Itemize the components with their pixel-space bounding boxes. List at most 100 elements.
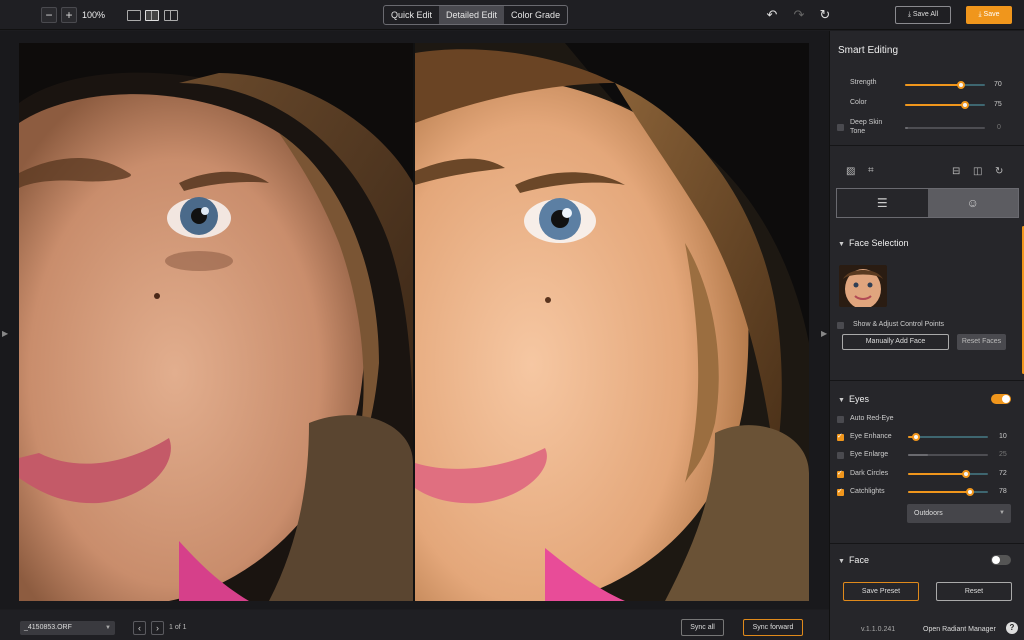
dark-circles-knob[interactable] xyxy=(961,470,970,478)
strength-knob[interactable] xyxy=(957,81,965,89)
after-image xyxy=(415,43,809,601)
deep-skin-checkbox[interactable] xyxy=(837,124,844,131)
catchlights-value: 78 xyxy=(999,488,1007,495)
eye-enlarge-fill xyxy=(908,454,928,456)
save-button[interactable]: ⤓ Save xyxy=(966,6,1012,24)
prev-image-button[interactable]: ‹ xyxy=(133,621,146,635)
sliders-icon: ☰ xyxy=(876,196,888,210)
catchlights-label: Catchlights xyxy=(850,488,885,495)
divider xyxy=(830,145,1024,146)
single-view-icon[interactable] xyxy=(127,10,141,21)
catchlight-preset-select[interactable]: Outdoors ▼ xyxy=(907,504,1011,523)
chevron-down-icon: ▼ xyxy=(999,510,1005,516)
color-value: 75 xyxy=(994,101,1002,108)
deep-skin-label-line1: Deep Skin xyxy=(850,119,883,126)
strength-label: Strength xyxy=(850,79,877,86)
auto-red-eye-checkbox[interactable] xyxy=(837,416,844,423)
eye-enlarge-value: 25 xyxy=(999,451,1007,458)
divider xyxy=(830,380,1024,381)
right-panel-arrow-icon[interactable]: ▶ xyxy=(821,329,827,338)
dark-circles-checkbox[interactable] xyxy=(837,469,844,478)
reset-button[interactable]: Reset xyxy=(936,582,1012,601)
eye-enlarge-checkbox[interactable] xyxy=(837,452,844,459)
sync-forward-button[interactable]: Sync forward xyxy=(743,619,803,636)
eye-enhance-label: Eye Enhance xyxy=(850,433,892,440)
left-panel-arrow-icon[interactable]: ▶ xyxy=(2,329,8,338)
face-header[interactable]: ▼ Face xyxy=(838,555,869,565)
dark-circles-slider[interactable] xyxy=(908,470,988,478)
collapse-triangle-icon: ▼ xyxy=(838,241,845,248)
deep-skin-value: 0 xyxy=(997,124,1001,131)
compare-icon[interactable]: ⊟ xyxy=(952,166,960,177)
eye-enhance-value: 10 xyxy=(999,433,1007,440)
mirror-icon[interactable]: ◫ xyxy=(973,166,982,177)
adjustments-tab[interactable]: ☰ xyxy=(837,189,928,217)
color-slider[interactable] xyxy=(905,101,985,109)
download-icon: ⤓ xyxy=(978,11,982,18)
chevron-down-icon: ▼ xyxy=(105,625,111,631)
eye-enhance-slider[interactable] xyxy=(908,433,988,441)
undo-icon[interactable]: ↶ xyxy=(765,8,779,22)
panel-title: Smart Editing xyxy=(838,45,899,56)
eyes-header[interactable]: ▼ Eyes xyxy=(838,394,869,404)
compare-view-icon[interactable] xyxy=(164,10,178,21)
color-label: Color xyxy=(850,99,867,106)
dark-circles-fill xyxy=(908,473,966,475)
crop-icon[interactable]: ⌗ xyxy=(868,165,874,176)
save-all-label: Save All xyxy=(912,11,939,18)
face-selection-header[interactable]: ▼ Face Selection xyxy=(838,238,908,248)
open-radiant-manager-link[interactable]: Open Radiant Manager xyxy=(923,626,996,633)
strength-slider[interactable] xyxy=(905,81,985,89)
tab-quick-edit[interactable]: Quick Edit xyxy=(384,6,439,24)
show-control-points-checkbox[interactable] xyxy=(837,322,844,329)
page-count: 1 of 1 xyxy=(169,624,187,631)
reset-icon[interactable]: ↻ xyxy=(818,8,832,22)
save-label: Save xyxy=(983,11,1000,18)
tab-color-grade[interactable]: Color Grade xyxy=(504,6,567,24)
color-knob[interactable] xyxy=(961,101,969,109)
right-panel: Smart Editing Strength 70 Color 75 Deep … xyxy=(829,31,1024,640)
split-view-icon[interactable] xyxy=(145,10,159,21)
download-icon: ⤓ xyxy=(907,11,911,18)
face-toggle[interactable] xyxy=(991,555,1011,565)
show-control-points-label: Show & Adjust Control Points xyxy=(853,321,945,328)
catchlights-knob[interactable] xyxy=(966,488,975,496)
dark-circles-label: Dark Circles xyxy=(850,470,889,477)
redo-icon[interactable]: ↷ xyxy=(792,8,806,22)
divider xyxy=(830,543,1024,544)
deep-skin-label-line2: Tone xyxy=(850,128,866,135)
eye-enhance-knob[interactable] xyxy=(912,433,920,441)
deep-skin-slider[interactable] xyxy=(905,127,985,129)
eyes-toggle[interactable] xyxy=(991,394,1011,404)
zoom-in-button[interactable]: + xyxy=(61,7,77,23)
face-tab[interactable]: ☺ xyxy=(927,189,1018,217)
strength-value: 70 xyxy=(994,81,1002,88)
color-fill xyxy=(905,104,965,106)
image-canvas: ▶ ▶ ▲ xyxy=(0,31,829,618)
help-icon[interactable]: ? xyxy=(1006,622,1018,634)
rotate-icon[interactable]: ↻ xyxy=(995,166,1003,177)
catchlights-fill xyxy=(908,491,971,493)
strength-fill xyxy=(905,84,961,86)
top-toolbar: − + 100% Quick Edit Detailed Edit Color … xyxy=(0,0,1024,30)
reset-faces-button[interactable]: Reset Faces xyxy=(957,334,1006,350)
save-preset-button[interactable]: Save Preset xyxy=(843,582,919,601)
next-image-button[interactable]: › xyxy=(151,621,164,635)
manually-add-face-button[interactable]: Manually Add Face xyxy=(842,334,949,350)
sync-all-button[interactable]: Sync all xyxy=(681,619,724,636)
zoom-out-button[interactable]: − xyxy=(41,7,57,23)
face-thumbnail[interactable] xyxy=(839,265,887,307)
collapse-triangle-icon: ▼ xyxy=(838,397,845,404)
save-all-button[interactable]: ⤓ Save All xyxy=(895,6,951,24)
eye-enhance-checkbox[interactable] xyxy=(837,432,844,441)
eye-enlarge-slider[interactable] xyxy=(908,454,988,456)
face-title: Face xyxy=(848,555,869,565)
file-name: _4150853.ORF xyxy=(24,624,72,631)
file-select[interactable]: _4150853.ORF ▼ xyxy=(20,621,115,635)
catchlights-checkbox[interactable] xyxy=(837,487,844,496)
tab-detailed-edit[interactable]: Detailed Edit xyxy=(439,6,505,24)
catchlights-slider[interactable] xyxy=(908,488,988,496)
auto-red-eye-label: Auto Red-Eye xyxy=(850,415,894,422)
image-icon[interactable]: ▨ xyxy=(846,166,855,177)
toggle-knob xyxy=(992,556,1000,564)
